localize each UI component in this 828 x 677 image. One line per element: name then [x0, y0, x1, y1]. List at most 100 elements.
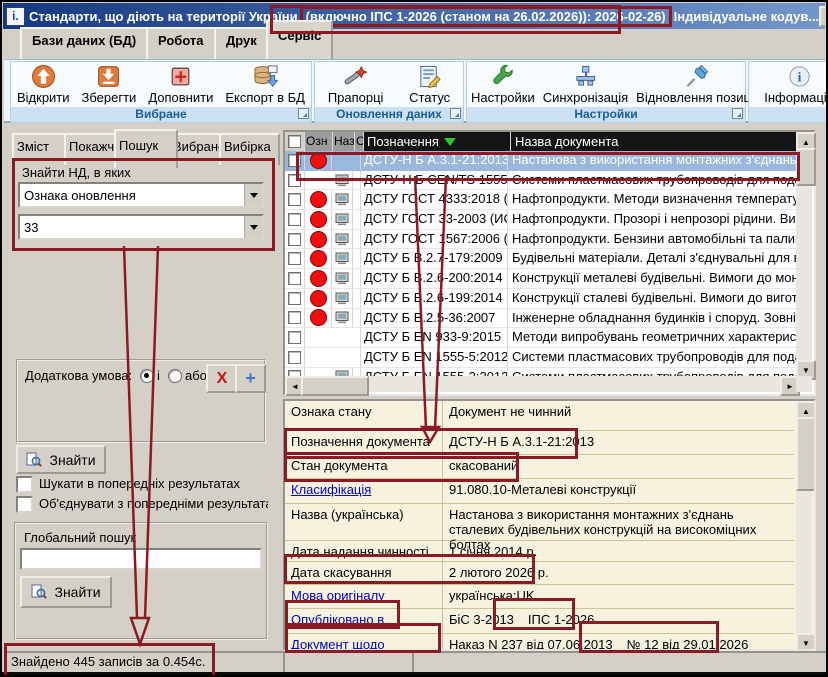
tab-service[interactable]: Сервіс	[266, 20, 333, 59]
table-row[interactable]: ДСТУ Б EN 1555-5:2012Системи пластмасови…	[285, 348, 796, 368]
find-button[interactable]: Знайти	[16, 445, 106, 474]
open-button[interactable]: Відкрити	[13, 63, 74, 106]
column-header-extra[interactable]: С	[355, 132, 364, 151]
title-bar[interactable]: i. Стандарти, що діють на території Укра…	[3, 3, 825, 29]
row-checkbox[interactable]	[285, 230, 305, 249]
flags-button[interactable]: Прапорці	[324, 63, 388, 106]
table-row[interactable]: ДСТУ Б EN 933-9:2015Методи випробувань г…	[285, 328, 796, 348]
extra-cell	[353, 269, 361, 288]
scrollbar-thumb[interactable]	[796, 148, 816, 186]
chevron-down-icon	[250, 225, 258, 230]
synchronization-button[interactable]: Синхронізація	[539, 63, 632, 106]
row-checkbox[interactable]	[285, 151, 305, 170]
column-header-pc[interactable]: Наз	[333, 132, 355, 151]
dropdown-button[interactable]	[244, 184, 262, 206]
settings-button[interactable]: Настройки	[467, 63, 539, 106]
app-icon: i.	[6, 7, 25, 26]
column-header-name[interactable]: Назва документа	[511, 132, 796, 151]
add-condition-button[interactable]: +	[235, 364, 266, 393]
red-status-icon	[305, 210, 332, 229]
detail-label[interactable]: Класифікація	[285, 479, 443, 503]
column-header-code[interactable]: Позначення	[364, 132, 511, 151]
delete-condition-button[interactable]: X	[206, 364, 238, 393]
detail-label[interactable]: Мова оригіналу	[285, 585, 443, 608]
global-search-input[interactable]	[20, 548, 262, 570]
ribbon-toolbar: Відкрити Зберегти Доповнити Експорт в БД…	[4, 59, 826, 123]
doc-code: ДСТУ Б EN 1555-5:2012	[361, 348, 508, 367]
row-checkbox[interactable]	[285, 171, 305, 190]
sidebar-tab-search[interactable]: Пошук	[114, 129, 178, 168]
table-row[interactable]: ДСТУ Б В.2.7-179:2009Будівельні матеріал…	[285, 249, 796, 269]
scroll-down-button[interactable]: ▼	[796, 633, 816, 651]
dialog-launcher-icon[interactable]	[450, 108, 461, 119]
search-value-combobox[interactable]: 33	[18, 214, 264, 240]
information-button[interactable]: i Інформація	[760, 63, 828, 106]
sidebar-tab-selection[interactable]: Вибірка	[219, 133, 280, 165]
row-checkbox[interactable]	[285, 289, 305, 308]
status-button[interactable]: Статус	[405, 63, 454, 106]
restore-position-button[interactable]: Відновлення позиції	[632, 63, 761, 106]
append-icon	[168, 64, 193, 89]
red-status-icon	[305, 190, 332, 209]
row-checkbox[interactable]	[285, 309, 305, 328]
row-checkbox[interactable]	[285, 269, 305, 288]
radio-or-label: або	[185, 368, 207, 383]
radio-or[interactable]	[168, 369, 182, 383]
red-status-icon	[305, 249, 332, 268]
tab-databases[interactable]: Бази даних (БД)	[20, 27, 148, 59]
detail-label[interactable]: Документ щодо чинності	[285, 634, 443, 651]
table-row[interactable]: ДСТУ Б В.2.6-199:2014Конструкції сталеві…	[285, 289, 796, 309]
detail-row: Класифікація91.080.10-Металеві конструкц…	[285, 479, 794, 504]
table-row[interactable]: ДСТУ ГОСТ 1567:2006 (ИНафтопродукти. Бен…	[285, 230, 796, 250]
wrench-icon	[490, 64, 515, 89]
table-row[interactable]: ДСТУ ГОСТ 33-2003 (ИССНафтопродукти. Про…	[285, 210, 796, 230]
detail-value: 91.080.10-Металеві конструкції	[443, 479, 794, 503]
extra-cell	[353, 328, 361, 347]
tab-print[interactable]: Друк	[214, 27, 269, 59]
select-all-checkbox[interactable]	[285, 132, 305, 151]
table-row[interactable]: ДСТУ ГОСТ 4333:2018 (ГОНафтопродукти. Ме…	[285, 190, 796, 210]
document-details-panel: Ознака стануДокумент не чиннийПозначення…	[283, 399, 816, 651]
computer-icon	[332, 309, 353, 328]
doc-name: Нафтопродукти. Бензини автомобільні та п…	[508, 230, 796, 249]
minimize-button[interactable]: _	[819, 6, 825, 27]
detail-row: Мова оригіналуукраїнська:UK	[285, 585, 794, 609]
table-row[interactable]: ДСТУ Б В.2.5-36:2007Інженерне обладнання…	[285, 309, 796, 329]
append-button[interactable]: Доповнити	[144, 63, 217, 106]
save-icon	[96, 64, 121, 89]
table-row[interactable]: ДСТУ-Н Б CEN/TS 1555-7Системи пластмасов…	[285, 171, 796, 191]
search-field-combobox[interactable]: Ознака оновлення	[18, 182, 264, 208]
row-checkbox[interactable]	[285, 249, 305, 268]
red-status-icon	[305, 289, 332, 308]
table-row[interactable]: ДСТУ Б В.2.6-200:2014Конструкції металев…	[285, 269, 796, 289]
tab-work[interactable]: Робота	[146, 27, 216, 59]
dialog-launcher-icon[interactable]	[732, 108, 743, 119]
dialog-launcher-icon[interactable]	[298, 108, 309, 119]
global-find-button[interactable]: Знайти	[20, 576, 112, 608]
search-previous-checkbox[interactable]: Шукати в попередніх результатах	[16, 476, 268, 493]
detail-label: Назва (українська)	[285, 504, 443, 540]
extra-cell	[353, 210, 361, 229]
row-checkbox[interactable]	[285, 210, 305, 229]
detail-row: Стан документаскасований	[285, 455, 794, 479]
extra-cell	[353, 289, 361, 308]
radio-and[interactable]	[140, 369, 154, 383]
detail-label: Дата скасування	[285, 562, 443, 584]
computer-icon	[332, 210, 353, 229]
detail-row: Позначення документаДСТУ-Н Б А.3.1-21:20…	[285, 431, 794, 455]
scrollbar-thumb[interactable]	[796, 417, 816, 491]
detail-label[interactable]: Опубліковано в	[285, 609, 443, 633]
save-button[interactable]: Зберегти	[78, 63, 141, 106]
row-checkbox[interactable]	[285, 190, 305, 209]
export-db-button[interactable]: Експорт в БД	[221, 63, 309, 106]
checkbox-icon	[16, 496, 33, 513]
dropdown-button[interactable]	[244, 216, 262, 238]
column-header-flag[interactable]: Озн	[305, 132, 333, 151]
merge-previous-checkbox[interactable]: Об'єднувати з попередніми результатами	[16, 496, 268, 513]
table-row[interactable]: ДСТУ-Н Б А.3.1-21:2013Настанова з викори…	[285, 151, 796, 171]
row-checkbox[interactable]	[285, 348, 305, 367]
table-header[interactable]: Озн Наз С Позначення Назва документа	[285, 132, 796, 151]
scrollbar-thumb[interactable]	[301, 376, 369, 396]
row-checkbox[interactable]	[285, 328, 305, 347]
additional-condition-group: Додаткова умова: і або X +	[16, 359, 266, 443]
